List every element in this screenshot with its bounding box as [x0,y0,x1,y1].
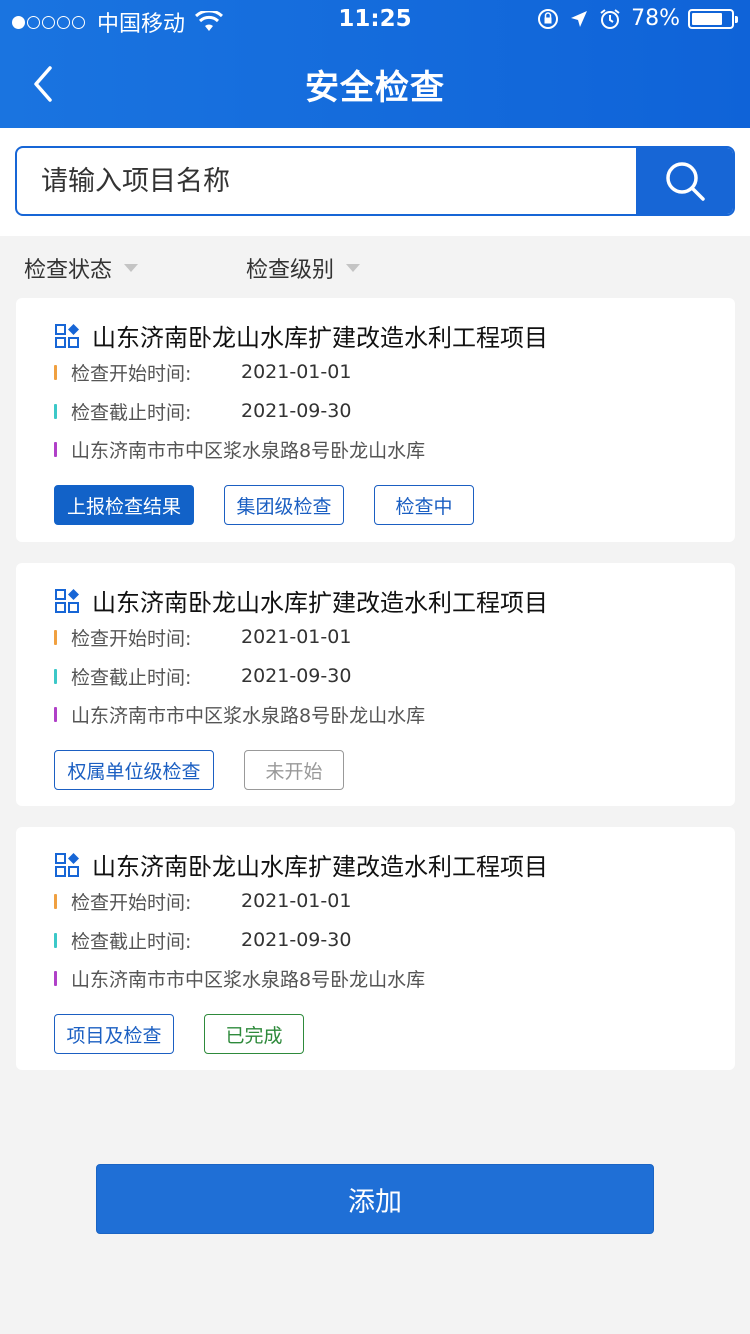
start-time-value: 2021-01-01 [241,890,352,912]
end-time-label: 检查截止时间: [71,666,192,689]
start-time-label: 检查开始时间: [71,891,192,914]
start-time-label: 检查开始时间: [71,362,192,385]
start-time-row: 检查开始时间: 2021-01-01 [54,360,352,385]
filter-check-status[interactable]: 检查状态 [24,252,139,284]
project-card[interactable]: 山东济南卧龙山水库扩建改造水利工程项目 检查开始时间: 2021-01-01 检… [16,298,735,542]
end-time-row: 检查截止时间: 2021-09-30 [54,399,352,424]
project-name: 山东济南卧龙山水库扩建改造水利工程项目 [92,853,548,881]
end-time-row: 检查截止时间: 2021-09-30 [54,928,352,953]
address-text: 山东济南市市中区浆水泉路8号卧龙山水库 [71,704,426,727]
battery-percent: 78% [631,6,680,31]
check-level-tag: 项目及检查 [54,1014,174,1054]
project-grid-icon [55,323,79,348]
header-bar: 中国移动 11:25 78% 安全检查 [0,0,750,128]
add-button[interactable]: 添加 [96,1164,654,1234]
page-title: 安全检查 [305,68,445,108]
status-badge: 未开始 [244,750,344,790]
end-time-value: 2021-09-30 [241,665,352,687]
card-title: 山东济南卧龙山水库扩建改造水利工程项目 [54,318,548,353]
end-time-label: 检查截止时间: [71,930,192,953]
start-time-row: 检查开始时间: 2021-01-01 [54,889,352,914]
search-box [15,146,735,216]
address-text: 山东济南市市中区浆水泉路8号卧龙山水库 [71,439,426,462]
start-time-label: 检查开始时间: [71,627,192,650]
card-title: 山东济南卧龙山水库扩建改造水利工程项目 [54,583,548,618]
filter-label: 检查级别 [246,258,335,283]
start-time-value: 2021-01-01 [241,626,352,648]
report-result-button[interactable]: 上报检查结果 [54,485,194,525]
end-time-value: 2021-09-30 [241,400,352,422]
check-level-tag: 集团级检查 [224,485,344,525]
check-level-tag: 权属单位级检查 [54,750,214,790]
search-icon [665,162,705,201]
project-name: 山东济南卧龙山水库扩建改造水利工程项目 [92,589,548,617]
search-input[interactable] [17,148,639,214]
address-row: 山东济南市市中区浆水泉路8号卧龙山水库 [54,966,426,991]
status-bar: 中国移动 11:25 78% [0,0,750,40]
search-area [0,128,750,236]
project-grid-icon [55,852,79,877]
project-grid-icon [55,588,79,613]
filter-label: 检查状态 [24,258,113,283]
battery-level [692,12,722,25]
address-row: 山东济南市市中区浆水泉路8号卧龙山水库 [54,702,426,727]
start-time-value: 2021-01-01 [241,361,352,383]
address-text: 山东济南市市中区浆水泉路8号卧龙山水库 [71,968,426,991]
caret-down-icon [346,264,361,272]
start-time-row: 检查开始时间: 2021-01-01 [54,625,352,650]
search-button[interactable] [636,148,733,214]
project-name: 山东济南卧龙山水库扩建改造水利工程项目 [92,324,548,352]
project-card[interactable]: 山东济南卧龙山水库扩建改造水利工程项目 检查开始时间: 2021-01-01 检… [16,563,735,806]
filter-check-level[interactable]: 检查级别 [246,252,361,284]
location-icon [571,10,588,27]
caret-down-icon [124,264,139,272]
battery-icon [688,8,738,29]
status-badge: 已完成 [204,1014,304,1054]
project-card[interactable]: 山东济南卧龙山水库扩建改造水利工程项目 检查开始时间: 2021-01-01 检… [16,827,735,1070]
status-badge: 检查中 [374,485,474,525]
end-time-value: 2021-09-30 [241,929,352,951]
filter-bar: 检查状态 检查级别 [0,236,750,296]
address-row: 山东济南市市中区浆水泉路8号卧龙山水库 [54,437,426,462]
end-time-row: 检查截止时间: 2021-09-30 [54,664,352,689]
end-time-label: 检查截止时间: [71,401,192,424]
alarm-icon [600,8,620,29]
rotation-lock-icon [538,8,559,29]
card-title: 山东济南卧龙山水库扩建改造水利工程项目 [54,847,548,882]
